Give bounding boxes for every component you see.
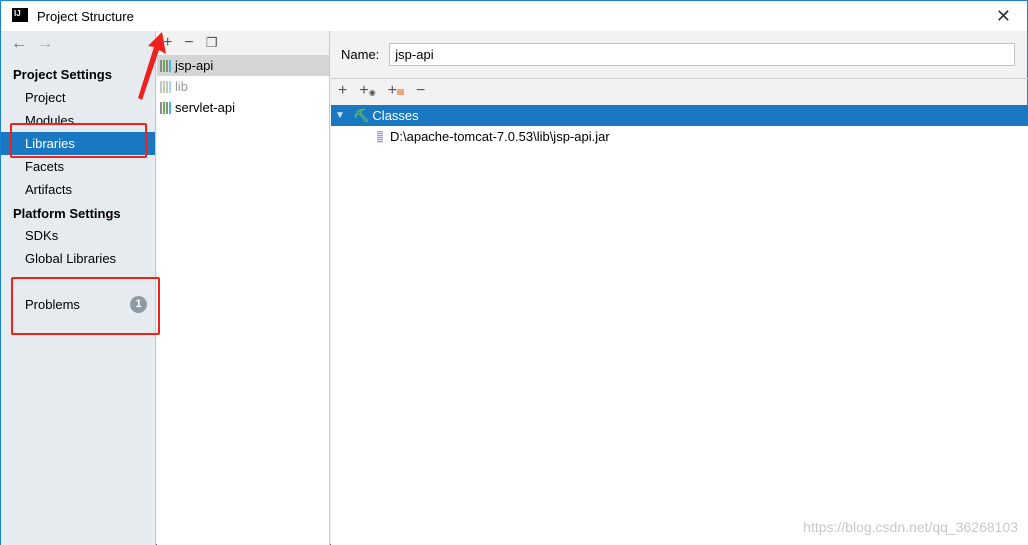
annotation-box-problems xyxy=(11,277,160,335)
classes-tree: ▼ ⛏ Classes D:\apache-tomcat-7.0.53\lib\… xyxy=(331,105,1028,545)
watermark: https://blog.csdn.net/qq_36268103 xyxy=(803,519,1018,535)
library-label: servlet-api xyxy=(175,100,235,115)
attach-url-icon[interactable]: +◉ xyxy=(359,82,375,100)
chevron-down-icon[interactable]: ▼ xyxy=(335,105,345,126)
sidebar-item-global-libraries[interactable]: Global Libraries xyxy=(1,247,155,270)
copy-icon[interactable]: ❐ xyxy=(206,35,218,51)
remove-icon[interactable]: − xyxy=(416,82,425,100)
add-icon[interactable]: + xyxy=(338,82,347,100)
library-label: lib xyxy=(175,79,189,94)
project-settings-heading: Project Settings xyxy=(13,67,112,82)
library-item-lib[interactable]: lib xyxy=(157,76,329,97)
tree-node-label: D:\apache-tomcat-7.0.53\lib\jsp-api.jar xyxy=(390,129,610,144)
forward-icon[interactable]: → xyxy=(37,35,53,52)
sidebar-item-artifacts[interactable]: Artifacts xyxy=(1,178,155,201)
close-icon[interactable]: ✕ xyxy=(996,6,1011,27)
platform-settings-heading: Platform Settings xyxy=(13,206,121,221)
back-icon[interactable]: ← xyxy=(11,35,27,52)
hammer-icon: ⛏ xyxy=(352,108,370,123)
attach-folder-icon[interactable]: + xyxy=(388,82,405,100)
library-item-servlet-api[interactable]: servlet-api xyxy=(157,97,329,118)
tree-node-jar[interactable]: D:\apache-tomcat-7.0.53\lib\jsp-api.jar xyxy=(331,126,1028,147)
sidebar-item-sdks[interactable]: SDKs xyxy=(1,224,155,247)
library-item-jsp-api[interactable]: jsp-api xyxy=(157,55,329,76)
sidebar-item-facets[interactable]: Facets xyxy=(1,155,155,178)
tree-node-label: Classes xyxy=(372,108,419,123)
library-list-panel: + − ❐ jsp-api lib servlet-api xyxy=(157,31,330,545)
remove-icon[interactable]: − xyxy=(184,34,193,52)
name-label: Name: xyxy=(341,47,380,62)
library-label: jsp-api xyxy=(175,58,214,73)
library-detail-panel: Name: + +◉ + − ▼ ⛏ Classes D:\apache-tom… xyxy=(331,31,1028,545)
intellij-logo-icon: IJ xyxy=(12,8,28,24)
title-bar: IJ Project Structure ✕ xyxy=(1,1,1027,31)
annotation-box-libraries xyxy=(10,123,147,158)
name-input[interactable] xyxy=(389,43,1016,66)
jar-icon xyxy=(377,130,383,143)
tree-node-classes[interactable]: ▼ ⛏ Classes xyxy=(331,105,1028,126)
window-title: Project Structure xyxy=(37,8,134,24)
annotation-arrow xyxy=(138,32,166,100)
